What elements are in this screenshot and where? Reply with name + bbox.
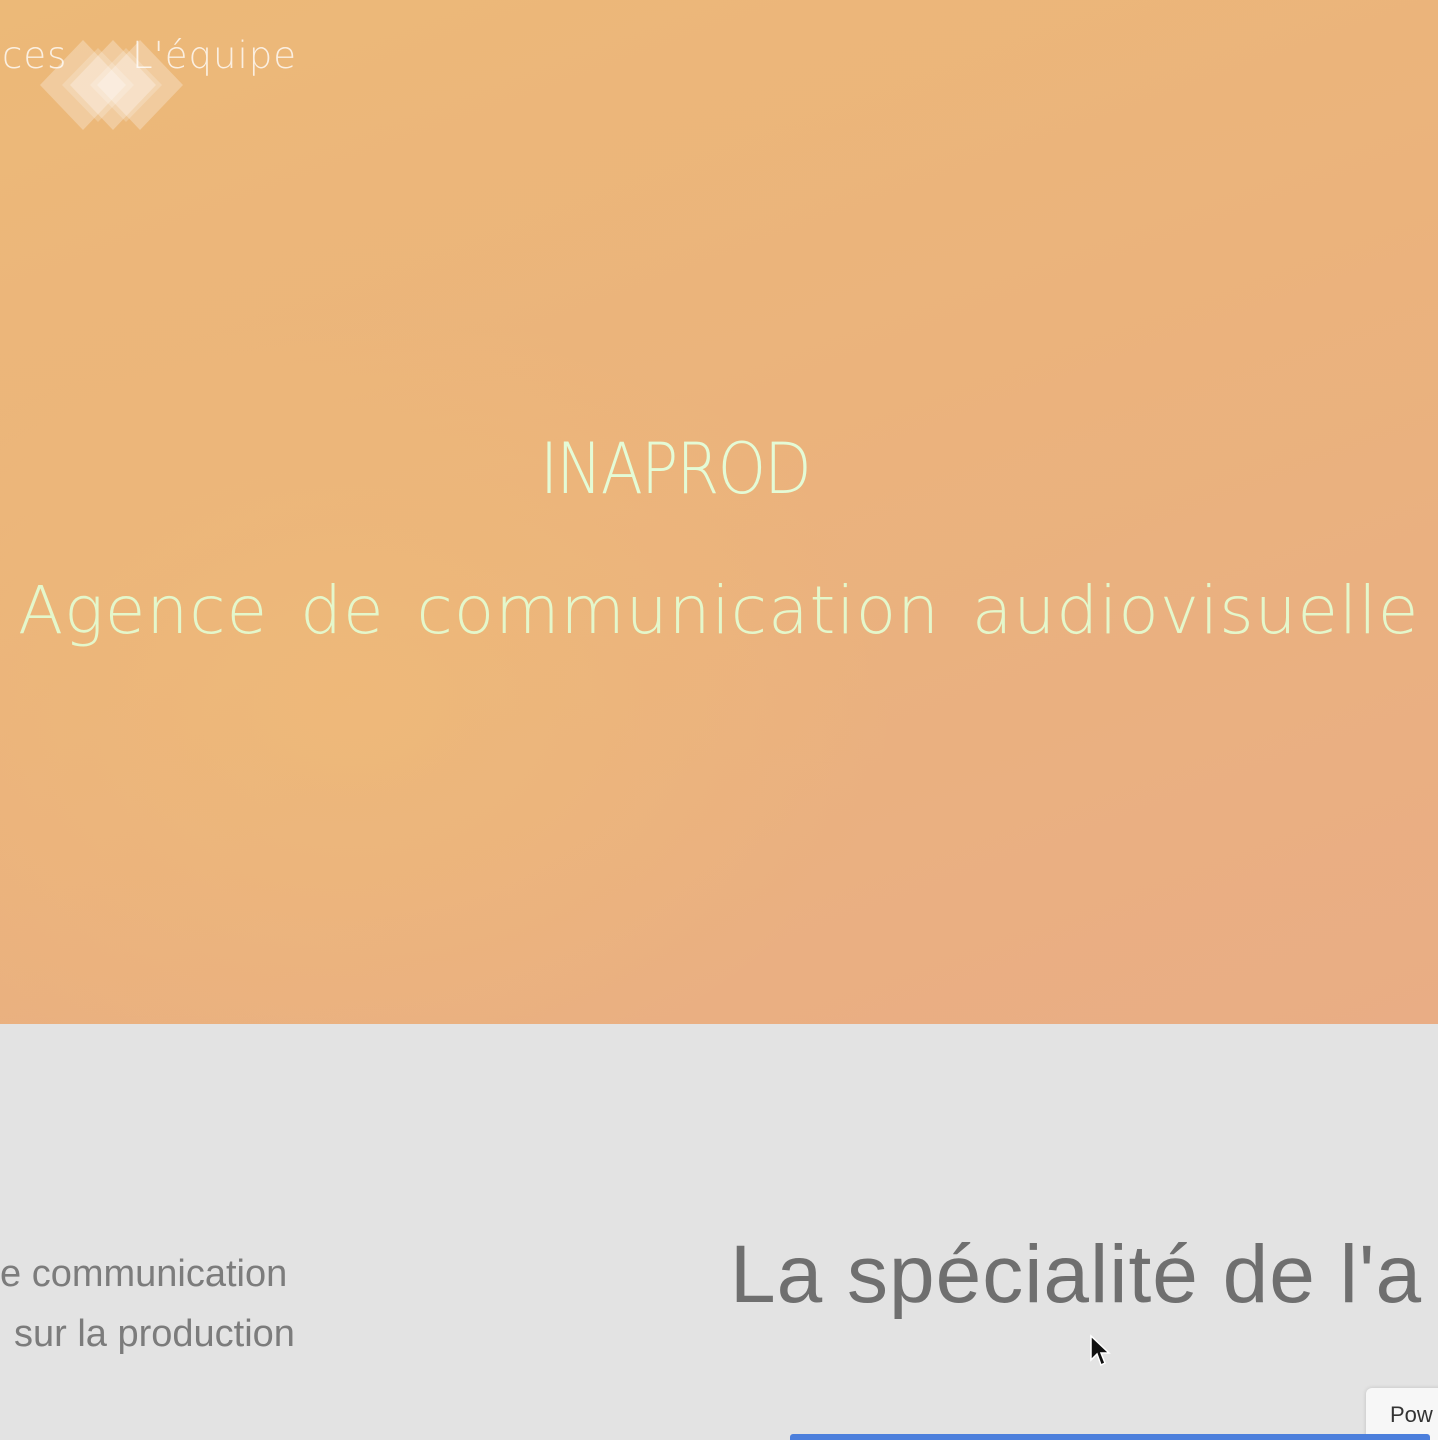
hero-glow: [0, 300, 900, 1024]
intro-line: e communication: [0, 1253, 288, 1295]
hero-subtitle: Agence de communication audiovisuelle: [18, 572, 1420, 649]
hero-title: INAPROD: [540, 428, 812, 510]
intro-line: sur la production: [14, 1313, 295, 1355]
hero-section: ces L'équipe INAPROD Agence de communica…: [0, 0, 1438, 1024]
nav-item-services[interactable]: ces: [2, 34, 67, 77]
nav-item-team[interactable]: L'équipe: [132, 34, 297, 77]
intro-text: e communication sur la production: [0, 1244, 295, 1364]
accent-bar: [790, 1434, 1430, 1440]
powered-by-label: Pow: [1390, 1402, 1433, 1427]
mouse-cursor-icon: [1090, 1334, 1111, 1367]
page: ces L'équipe INAPROD Agence de communica…: [0, 0, 1438, 1440]
speciality-heading: La spécialité de l'a: [730, 1229, 1423, 1320]
powered-by-badge[interactable]: Pow: [1366, 1388, 1438, 1440]
